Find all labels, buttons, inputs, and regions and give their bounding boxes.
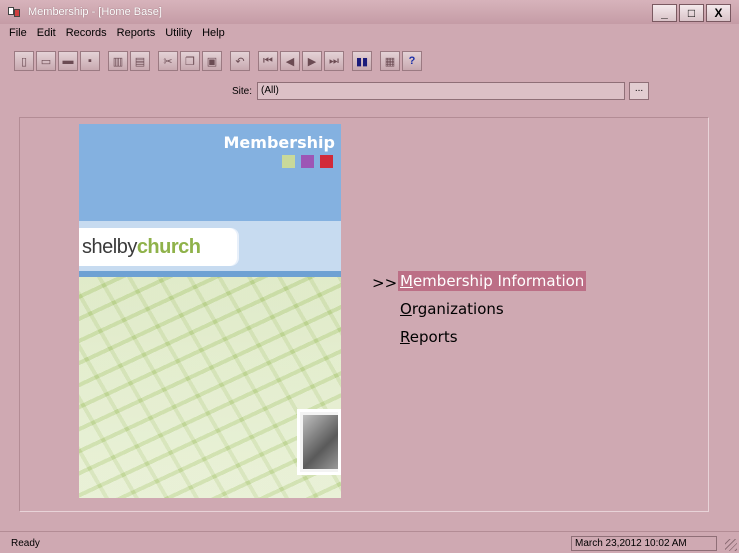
menu-file[interactable]: File	[4, 27, 32, 39]
artwork-title: Membership	[223, 133, 336, 152]
maximize-button[interactable]: □	[679, 4, 704, 22]
first-record-icon[interactable]: ⏮	[258, 51, 278, 71]
open-folder-icon[interactable]: ▬	[58, 51, 78, 71]
menu-bar: File Edit Records Reports Utility Help	[0, 24, 230, 42]
next-record-icon[interactable]: ▶	[302, 51, 322, 71]
site-label: Site:	[232, 86, 253, 97]
window-title: Membership - [Home Base]	[28, 6, 162, 18]
nav-membership-accel: M	[400, 272, 413, 290]
print-icon[interactable]: ▤	[130, 51, 150, 71]
paste-icon[interactable]: ▣	[202, 51, 222, 71]
cut-icon[interactable]: ✂	[158, 51, 178, 71]
minimize-button[interactable]: _	[652, 4, 677, 22]
copy-icon[interactable]: ❐	[180, 51, 200, 71]
shelbychurch-logo: shelbychurch	[82, 236, 201, 259]
nav-organizations[interactable]: Organizations	[398, 299, 506, 319]
nav-organizations-label: rganizations	[411, 300, 504, 318]
nav-organizations-accel: O	[400, 300, 412, 318]
status-datetime: March 23,2012 10:02 AM	[571, 536, 717, 551]
menu-help[interactable]: Help	[197, 27, 230, 39]
status-bar: Ready March 23,2012 10:02 AM	[0, 531, 739, 553]
site-browse-button[interactable]: ...	[629, 82, 649, 100]
help-icon[interactable]: ?	[402, 51, 422, 71]
open-icon[interactable]: ▭	[36, 51, 56, 71]
green-square	[282, 155, 295, 168]
toolbar: ▯ ▭ ▬ ▪ ▥ ▤ ✂ ❐ ▣ ↶ ⏮ ◀ ▶ ⏭ ▮▮ ▦ ?	[14, 50, 422, 72]
menu-edit[interactable]: Edit	[32, 27, 61, 39]
logo-shelby: shelby	[82, 236, 137, 258]
app-icon[interactable]	[8, 5, 22, 19]
logo-church: church	[136, 236, 201, 258]
selection-arrows: >>	[372, 274, 398, 292]
nav-membership-label: embership Information	[412, 272, 585, 290]
new-icon[interactable]: ▯	[14, 51, 34, 71]
resize-grip-icon[interactable]	[725, 539, 737, 551]
close-button[interactable]: X	[706, 4, 731, 22]
menu-reports[interactable]: Reports	[112, 27, 161, 39]
last-record-icon[interactable]: ⏭	[324, 51, 344, 71]
undo-icon[interactable]: ↶	[230, 51, 250, 71]
nav-reports[interactable]: Reports	[398, 327, 460, 347]
menu-records[interactable]: Records	[61, 27, 112, 39]
red-square	[320, 155, 333, 168]
purple-square	[301, 155, 314, 168]
nav-reports-label: eports	[409, 328, 458, 346]
nav-reports-accel: R	[400, 328, 410, 346]
app-window: Membership - [Home Base] _ □ X File Edit…	[0, 0, 739, 553]
calculator-icon[interactable]: ▦	[380, 51, 400, 71]
nav-membership-information[interactable]: Membership Information	[398, 271, 587, 291]
title-bar[interactable]: Membership - [Home Base] _ □ X	[0, 0, 739, 24]
save-icon[interactable]: ▪	[80, 51, 100, 71]
status-text: Ready	[11, 538, 40, 549]
delete-icon[interactable]: ▥	[108, 51, 128, 71]
chart-icon[interactable]: ▮▮	[352, 51, 372, 71]
menu-utility[interactable]: Utility	[160, 27, 197, 39]
membership-artwork: Membership shelbychurch	[79, 124, 341, 498]
window-controls: _ □ X	[652, 4, 731, 22]
site-field[interactable]: (All)	[257, 82, 625, 100]
church-photo	[297, 409, 341, 475]
previous-record-icon[interactable]: ◀	[280, 51, 300, 71]
